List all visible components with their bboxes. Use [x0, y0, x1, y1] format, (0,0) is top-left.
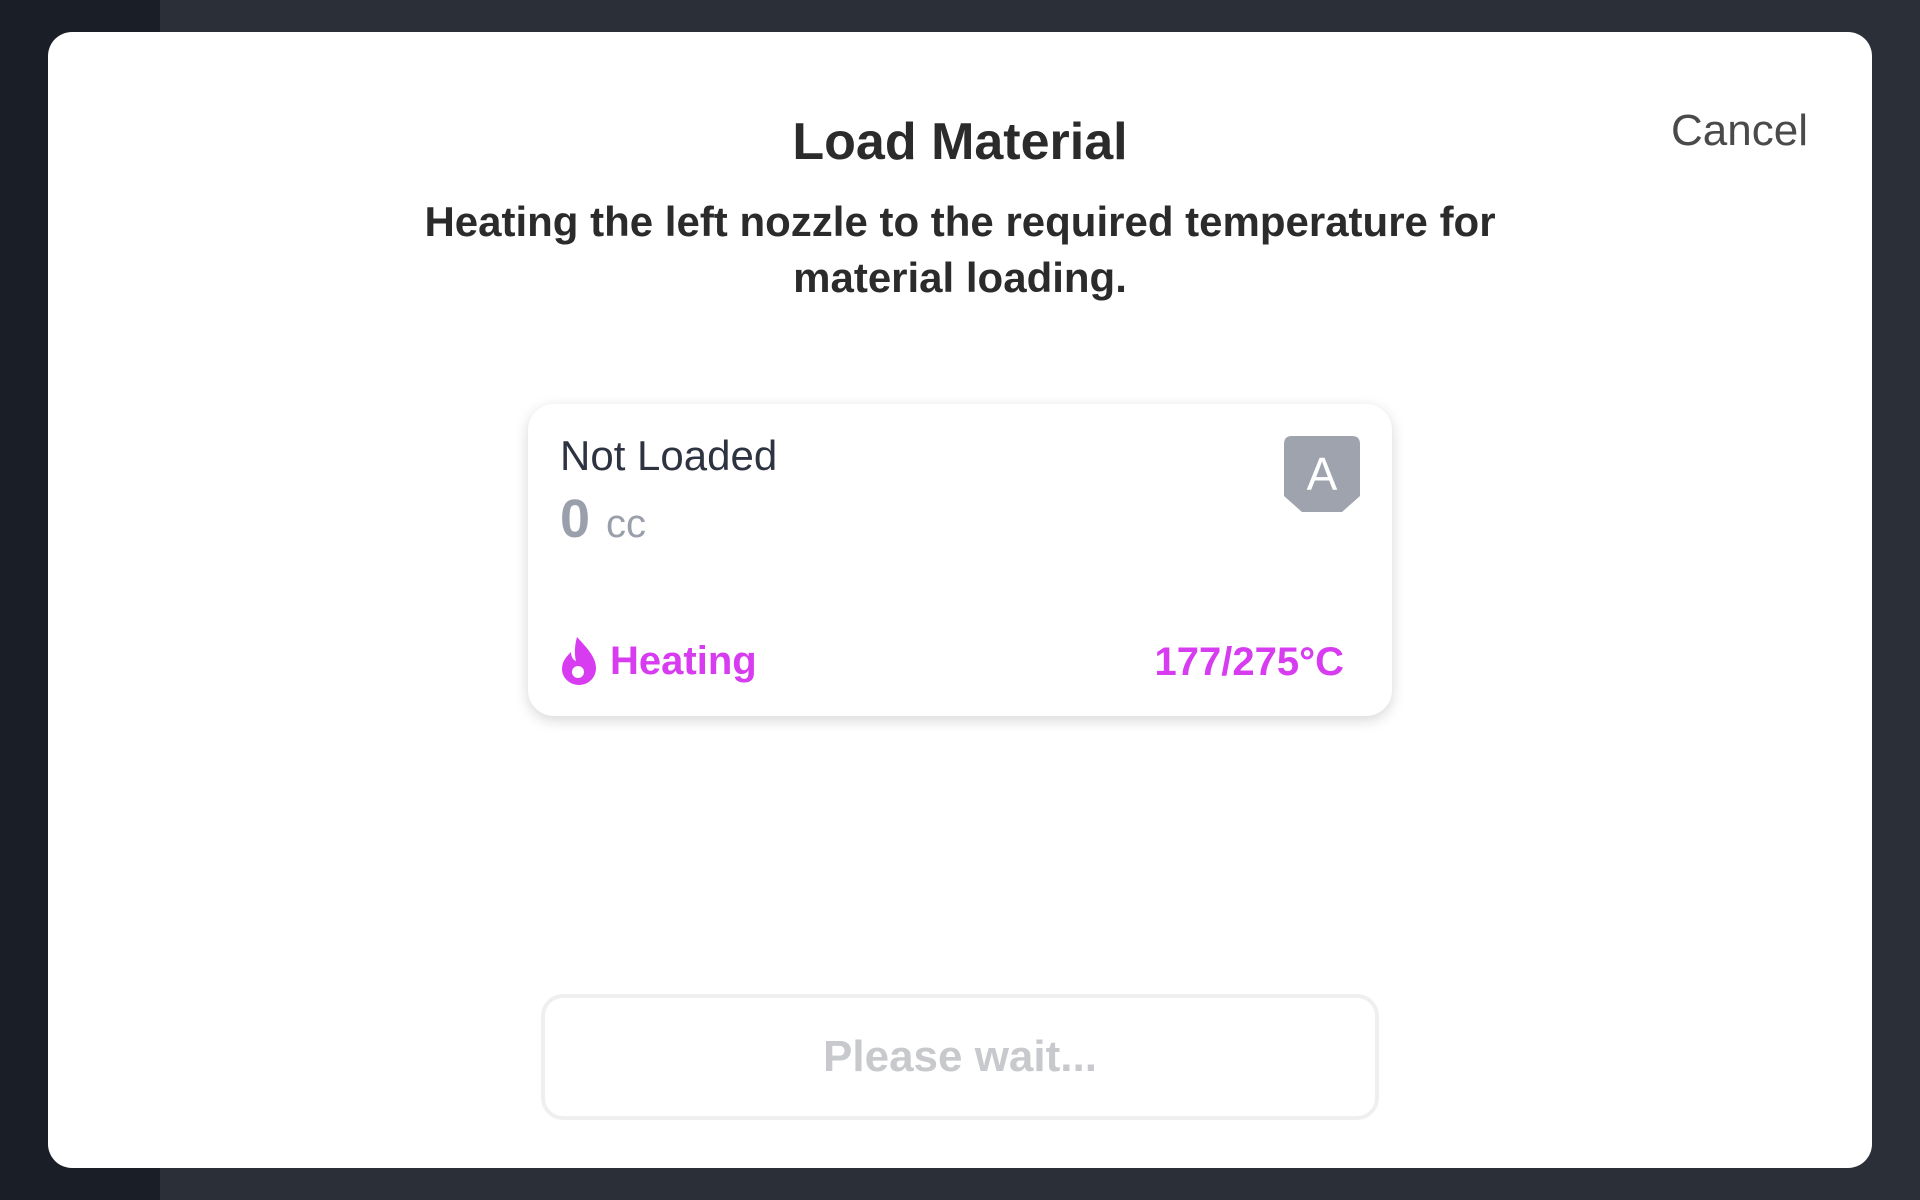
instruction-text: Heating the left nozzle to the required …: [424, 198, 1496, 301]
flame-icon: [562, 637, 596, 685]
load-material-dialog: Load Material Cancel Heating the left no…: [48, 32, 1872, 1168]
temperature-readout: 177/275°C: [1154, 640, 1344, 684]
cancel-button[interactable]: Cancel: [1671, 106, 1808, 156]
heating-status: Heating: [560, 636, 757, 686]
dialog-title: Load Material: [792, 113, 1128, 171]
nozzle-label: A: [1307, 448, 1338, 500]
material-volume: 0 cc: [560, 488, 646, 550]
material-card: Not Loaded 0 cc A Heating 177/275°C: [528, 404, 1392, 716]
heating-label: Heating: [610, 638, 757, 683]
volume-value: 0: [560, 489, 591, 549]
volume-unit: cc: [606, 502, 647, 546]
material-status: Not Loaded: [560, 432, 778, 479]
nozzle-badge-icon: A: [1284, 436, 1360, 512]
please-wait-button[interactable]: Please wait...: [541, 994, 1379, 1120]
